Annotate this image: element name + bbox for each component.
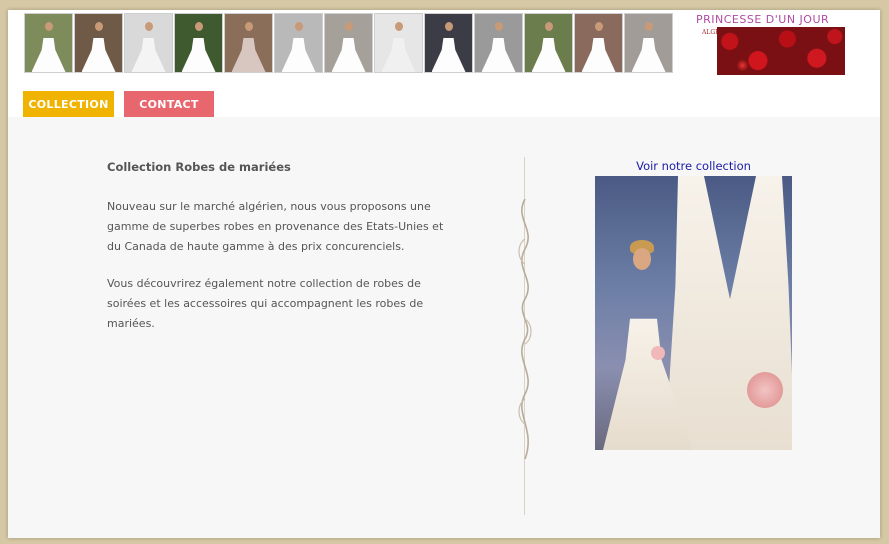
wedding-dress-thumbnail [424,13,473,73]
wedding-dress-thumbnail [124,13,173,73]
wedding-dress-thumbnail [374,13,423,73]
tab-collection[interactable]: COLLECTION [23,91,114,117]
bridal-photo[interactable] [595,176,792,450]
wedding-dress-thumbnail [74,13,123,73]
wedding-dress-thumbnail [624,13,673,73]
view-collection-link[interactable]: Voir notre collection [595,159,792,173]
page-frame: PRINCESSE D'UN JOUR ALGER COLLECTION CON… [8,10,880,538]
wedding-dress-thumbnail [174,13,223,73]
logo-title: PRINCESSE D'UN JOUR [696,13,830,26]
roses-image [717,27,845,75]
wedding-dress-thumbnail [224,13,273,73]
wedding-dress-thumbnail [524,13,573,73]
wedding-dress-thumbnail [24,13,73,73]
wedding-dress-thumbnail [574,13,623,73]
collection-paragraph: Vous découvrirez également notre collect… [107,277,424,330]
logo-side-text: ALGER [702,29,725,36]
header-banner: PRINCESSE D'UN JOUR ALGER [24,13,845,75]
wedding-dress-thumbnail [474,13,523,73]
main-content: Collection Robes de mariées Nouveau sur … [8,117,880,538]
intro-paragraph: Nouveau sur le marché algérien, nous vou… [107,200,444,253]
page-title: Collection Robes de mariées [107,160,291,174]
tab-contact[interactable]: CONTACT [124,91,214,117]
ornament-icon [518,199,532,459]
wedding-dress-thumbnail [324,13,373,73]
site-logo[interactable]: PRINCESSE D'UN JOUR ALGER [696,13,845,75]
wedding-dress-thumbnail [274,13,323,73]
